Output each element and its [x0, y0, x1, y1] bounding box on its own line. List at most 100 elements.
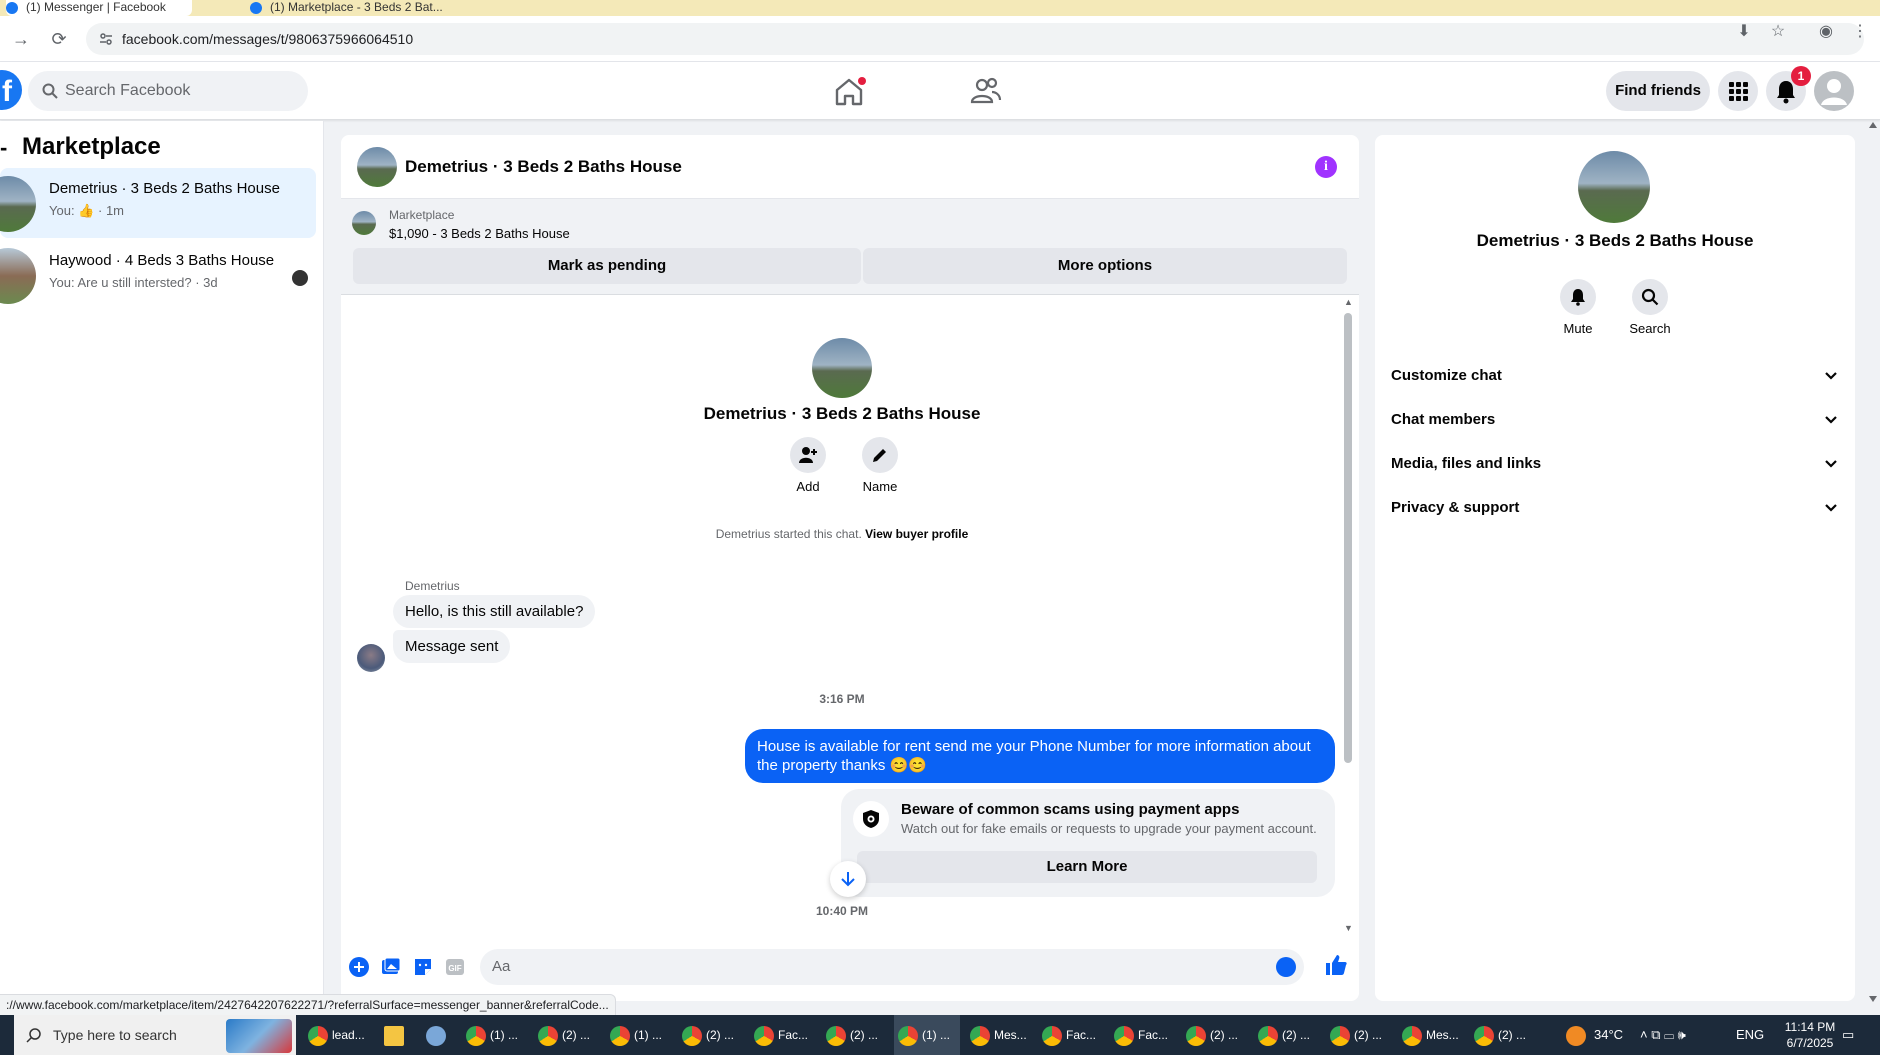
start-button[interactable] [0, 1015, 14, 1055]
message-input[interactable]: Aa [480, 949, 1304, 985]
taskbar-item[interactable]: (1) ... [610, 1015, 662, 1055]
info-icon[interactable]: i [1315, 156, 1337, 178]
profile-icon[interactable]: ◉ [1816, 22, 1836, 42]
incoming-message[interactable]: Message sent [393, 630, 511, 663]
plus-circle-icon[interactable] [349, 957, 369, 977]
taskbar-item[interactable]: Fac... [754, 1015, 808, 1055]
install-app-icon[interactable]: ⬇ [1734, 22, 1754, 42]
gif-icon[interactable]: GIF [445, 957, 465, 977]
mark-as-pending-button[interactable]: Mark as pending [353, 248, 861, 284]
home-notification-dot [858, 77, 866, 85]
chat-avatar[interactable] [357, 147, 397, 187]
conversation-item-demetrius[interactable]: Demetrius · 3 Beds 2 Baths House You: 👍 … [0, 168, 316, 238]
scroll-to-bottom-button[interactable] [830, 861, 866, 897]
search-in-chat-button[interactable]: Search [1620, 279, 1680, 336]
search-facebook-input[interactable]: Search Facebook [28, 71, 308, 111]
chat-members-section[interactable]: Chat members [1391, 402, 1839, 438]
listing-price-line[interactable]: $1,090 - 3 Beds 2 Baths House [389, 226, 570, 241]
site-settings-icon[interactable] [98, 31, 114, 47]
chevron-down-icon [1825, 416, 1837, 424]
url-text: facebook.com/messages/t/9806375966064510 [122, 31, 414, 47]
conversation-item-haywood[interactable]: Haywood · 4 Beds 3 Baths House You: Are … [0, 240, 316, 310]
taskbar-item[interactable]: (2) ... [1258, 1015, 1310, 1055]
bookmark-star-icon[interactable]: ☆ [1768, 22, 1788, 42]
weather-widget[interactable]: 34°C [1566, 1015, 1623, 1055]
view-buyer-profile-link[interactable]: View buyer profile [865, 527, 968, 541]
thumbs-up-send-icon[interactable] [1324, 953, 1348, 977]
chrome-icon [898, 1025, 918, 1046]
taskbar-item[interactable]: Mes... [1402, 1015, 1459, 1055]
menu-grid-button[interactable] [1718, 71, 1758, 111]
taskbar-item[interactable]: (2) ... [1186, 1015, 1238, 1055]
grid-icon [1729, 82, 1748, 101]
tab-marketplace[interactable]: (1) Marketplace - 3 Beds 2 Bat... [250, 0, 470, 16]
taskbar-item[interactable]: Fac... [1114, 1015, 1168, 1055]
facebook-header: f Search Facebook Find friends [0, 62, 1880, 120]
chrome-icon [1114, 1025, 1134, 1046]
language-indicator[interactable]: ENG [1736, 1015, 1764, 1055]
scroll-up-arrow[interactable]: ▲ [1344, 297, 1353, 307]
taskbar-item-active[interactable]: (1) ... [894, 1015, 960, 1055]
details-avatar[interactable] [1578, 151, 1650, 223]
forward-button[interactable]: → [10, 28, 32, 50]
find-friends-button[interactable]: Find friends [1606, 71, 1710, 111]
privacy-support-section[interactable]: Privacy & support [1391, 490, 1839, 526]
reload-button[interactable]: ⟳ [48, 28, 70, 50]
sticker-icon[interactable] [413, 957, 433, 977]
outgoing-message[interactable]: House is available for rent send me your… [745, 729, 1335, 783]
more-options-button[interactable]: More options [863, 248, 1347, 284]
mute-button[interactable]: Mute [1548, 279, 1608, 336]
taskbar-item[interactable]: Fac... [1042, 1015, 1096, 1055]
incoming-message[interactable]: Hello, is this still available? [393, 595, 596, 628]
browser-toolbar: → ⟳ facebook.com/messages/t/980637596606… [0, 16, 1880, 62]
taskbar-item[interactable]: (1) ... [466, 1015, 518, 1055]
emoji-icon[interactable] [1276, 957, 1296, 977]
svg-text:GIF: GIF [448, 964, 461, 973]
friends-icon[interactable] [966, 72, 1006, 112]
chat-started-line: Demetrius started this chat. View buyer … [715, 527, 969, 541]
learn-more-button[interactable]: Learn More [857, 851, 1317, 883]
taskbar-item[interactable]: (2) ... [1474, 1015, 1526, 1055]
account-avatar[interactable] [1814, 71, 1854, 111]
address-bar[interactable]: facebook.com/messages/t/9806375966064510 [86, 23, 1864, 55]
facebook-logo-icon[interactable]: f [0, 70, 22, 110]
listing-thumbnail[interactable] [352, 211, 376, 235]
notification-center-icon[interactable]: ▭ [1842, 1015, 1854, 1055]
customize-chat-section[interactable]: Customize chat [1391, 358, 1839, 394]
back-arrow-icon[interactable]: - [0, 135, 7, 161]
media-files-links-section[interactable]: Media, files and links [1391, 446, 1839, 482]
chrome-icon [1474, 1025, 1494, 1046]
clock[interactable]: 11:14 PM 6/7/2025 [1780, 1019, 1840, 1051]
chrome-icon [538, 1025, 558, 1046]
tray-icons[interactable]: ˄ ⧉ ▭ 🕪 [1640, 1015, 1686, 1055]
seen-avatar [292, 270, 308, 286]
taskbar-item[interactable]: lead... [308, 1015, 365, 1055]
browser-tab-strip: (1) Messenger | Facebook (1) Marketplace… [0, 0, 1880, 16]
thread-scrollbar[interactable] [1344, 313, 1352, 763]
chat-title[interactable]: Demetrius · 3 Beds 2 Baths House [405, 157, 682, 177]
sender-avatar[interactable] [357, 644, 385, 672]
conversation-avatar [0, 248, 36, 304]
taskbar-item[interactable] [384, 1015, 408, 1055]
timestamp-separator: 3:16 PM [819, 692, 865, 706]
details-name: Demetrius · 3 Beds 2 Baths House [1476, 231, 1754, 250]
message-thread: ▲ ▼ Demetrius · 3 Beds 2 Baths House Add… [341, 295, 1359, 935]
tab-messenger[interactable]: (1) Messenger | Facebook [6, 0, 192, 16]
taskbar-search-box[interactable]: Type here to search [14, 1015, 296, 1055]
page-scrollbar[interactable] [1868, 122, 1878, 1002]
taskbar-item[interactable] [426, 1015, 450, 1055]
search-icon [1641, 288, 1659, 306]
taskbar-item[interactable]: (2) ... [682, 1015, 734, 1055]
photo-icon[interactable] [381, 957, 401, 977]
browser-menu-icon[interactable]: ⋮ [1850, 22, 1870, 42]
taskbar-item[interactable]: Mes... [970, 1015, 1027, 1055]
taskbar-item[interactable]: (2) ... [1330, 1015, 1382, 1055]
taskbar-item[interactable]: (2) ... [538, 1015, 590, 1055]
taskbar-item[interactable]: (2) ... [826, 1015, 878, 1055]
add-people-button[interactable]: Add [778, 437, 838, 494]
name-chat-button[interactable]: Name [850, 437, 910, 494]
chrome-icon [826, 1025, 846, 1046]
scroll-down-arrow[interactable]: ▼ [1344, 923, 1353, 933]
chevron-down-icon [1825, 372, 1837, 380]
paint-icon [426, 1025, 446, 1046]
